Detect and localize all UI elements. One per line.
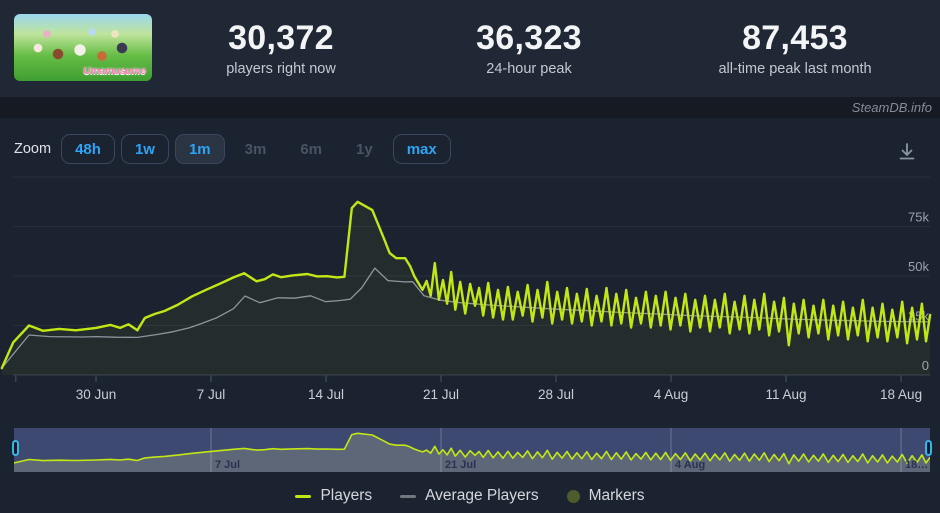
legend: Players Average Players Markers (0, 487, 940, 505)
legend-swatch (567, 490, 580, 503)
svg-text:14 Jul: 14 Jul (308, 387, 344, 402)
navigator-handle-left[interactable] (12, 440, 19, 456)
watermark: SteamDB.info (852, 100, 932, 115)
legend-swatch (400, 495, 416, 498)
players-now-label: players right now (226, 61, 336, 77)
svg-text:11 Aug: 11 Aug (766, 387, 807, 402)
svg-text:30 Jun: 30 Jun (76, 387, 117, 402)
stat-alltime-peak: 87,453 all-time peak last month (675, 0, 915, 97)
svg-text:18 Aug: 18 Aug (880, 387, 922, 402)
svg-text:50k: 50k (908, 259, 929, 274)
navigator[interactable]: 7 Jul 21 Jul 4 Aug 18… (14, 428, 930, 472)
watermark-band: SteamDB.info (0, 97, 940, 118)
zoom-button-3m: 3m (231, 134, 281, 164)
zoom-button-1m[interactable]: 1m (175, 134, 225, 164)
alltime-peak-value: 87,453 (742, 20, 848, 57)
zoom-button-1w[interactable]: 1w (121, 134, 169, 164)
steamdb-chart-page: Umamusume 30,372 players right now 36,32… (0, 0, 940, 513)
zoom-button-max[interactable]: max (393, 134, 451, 164)
zoom-button-6m: 6m (286, 134, 336, 164)
legend-label: Average Players (425, 487, 538, 505)
legend-item-markers[interactable]: Markers (567, 487, 645, 505)
svg-text:7 Jul: 7 Jul (197, 387, 226, 402)
download-icon[interactable] (896, 141, 918, 163)
legend-item-average-players[interactable]: Average Players (400, 487, 538, 505)
header: Umamusume 30,372 players right now 36,32… (0, 0, 940, 97)
stat-24h-peak: 36,323 24-hour peak (409, 0, 649, 97)
zoom-label: Zoom (14, 141, 51, 157)
zoom-button-48h[interactable]: 48h (61, 134, 115, 164)
legend-swatch (295, 495, 311, 498)
main-chart[interactable]: 75k50k25k030 Jun7 Jul14 Jul21 Jul28 Jul4… (0, 172, 940, 412)
zoom-button-1y: 1y (342, 134, 387, 164)
game-banner: Umamusume (14, 14, 152, 81)
svg-text:18…: 18… (905, 459, 928, 471)
game-logo-text: Umamusume (83, 66, 146, 77)
svg-text:7 Jul: 7 Jul (215, 459, 240, 471)
svg-text:75k: 75k (908, 210, 929, 225)
stat-players-now: 30,372 players right now (161, 0, 401, 97)
zoom-buttons: 48h1w1m3m6m1ymax (61, 134, 457, 164)
alltime-peak-label: all-time peak last month (718, 61, 871, 77)
svg-text:4 Aug: 4 Aug (654, 387, 689, 402)
svg-text:21 Jul: 21 Jul (423, 387, 459, 402)
legend-label: Players (320, 487, 372, 505)
peak-24h-label: 24-hour peak (486, 61, 571, 77)
chart-toolbar: Zoom 48h1w1m3m6m1ymax (14, 133, 926, 165)
peak-24h-value: 36,323 (476, 20, 582, 57)
svg-text:4 Aug: 4 Aug (675, 459, 705, 471)
svg-text:21 Jul: 21 Jul (445, 459, 476, 471)
legend-label: Markers (589, 487, 645, 505)
svg-text:28 Jul: 28 Jul (538, 387, 574, 402)
navigator-handle-right[interactable] (925, 440, 932, 456)
legend-item-players[interactable]: Players (295, 487, 372, 505)
players-now-value: 30,372 (228, 20, 334, 57)
